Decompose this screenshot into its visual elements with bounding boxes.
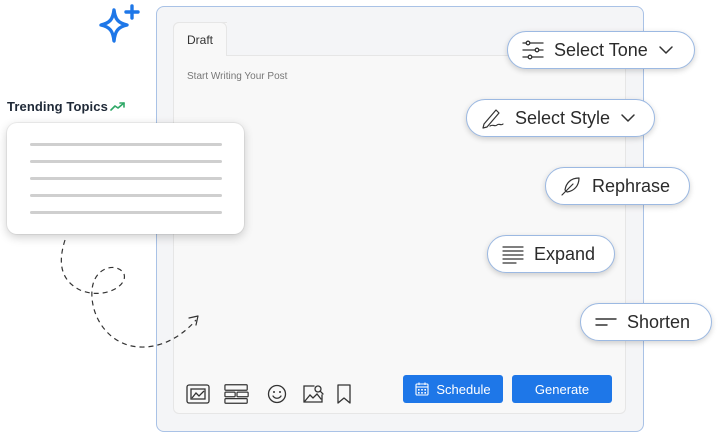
emoji-icon xyxy=(267,384,287,404)
rephrase-label: Rephrase xyxy=(592,175,671,196)
short-lines-icon xyxy=(595,318,617,326)
select-tone-label: Select Tone xyxy=(554,39,648,60)
generate-button[interactable]: Generate xyxy=(512,375,612,403)
sliders-icon xyxy=(522,40,544,60)
shorten-label: Shorten xyxy=(627,311,691,332)
select-tone-button[interactable]: Select Tone xyxy=(507,31,695,69)
image-search-button[interactable] xyxy=(300,382,326,406)
pen-icon xyxy=(482,109,504,129)
bookmark-button[interactable] xyxy=(331,382,357,406)
feather-icon xyxy=(561,177,580,196)
expand-label: Expand xyxy=(534,243,596,264)
schedule-button[interactable]: Schedule xyxy=(403,375,503,403)
generate-label: Generate xyxy=(534,381,590,397)
emoji-button[interactable] xyxy=(264,382,290,406)
shorten-button[interactable]: Shorten xyxy=(580,303,712,341)
select-style-button[interactable]: Select Style xyxy=(466,99,655,137)
topic-line xyxy=(30,160,222,163)
topic-line xyxy=(30,177,222,180)
bookmark-icon xyxy=(337,384,351,404)
expand-button[interactable]: Expand xyxy=(487,235,615,273)
chevron-down-icon xyxy=(659,46,673,54)
align-justify-icon xyxy=(502,246,524,264)
sparkle-icon xyxy=(99,4,140,43)
layout-blocks-icon xyxy=(224,384,249,404)
calendar-icon xyxy=(415,382,429,396)
tab-draft[interactable]: Draft xyxy=(173,22,227,56)
chevron-down-icon xyxy=(621,114,635,122)
post-input-placeholder[interactable]: Start Writing Your Post xyxy=(187,71,287,82)
image-frame-icon xyxy=(186,384,210,404)
select-style-label: Select Style xyxy=(515,107,611,128)
trending-topics-label: Trending Topics xyxy=(7,99,108,114)
trending-up-icon xyxy=(110,102,125,111)
topic-line xyxy=(30,211,222,214)
schedule-label: Schedule xyxy=(436,381,491,397)
trending-topics-card[interactable] xyxy=(7,123,244,234)
rephrase-button[interactable]: Rephrase xyxy=(545,167,690,205)
topic-line xyxy=(30,143,222,146)
topic-line xyxy=(30,194,222,197)
image-frame-button[interactable] xyxy=(185,382,211,406)
layout-blocks-button[interactable] xyxy=(224,382,250,406)
image-search-icon xyxy=(303,385,324,403)
